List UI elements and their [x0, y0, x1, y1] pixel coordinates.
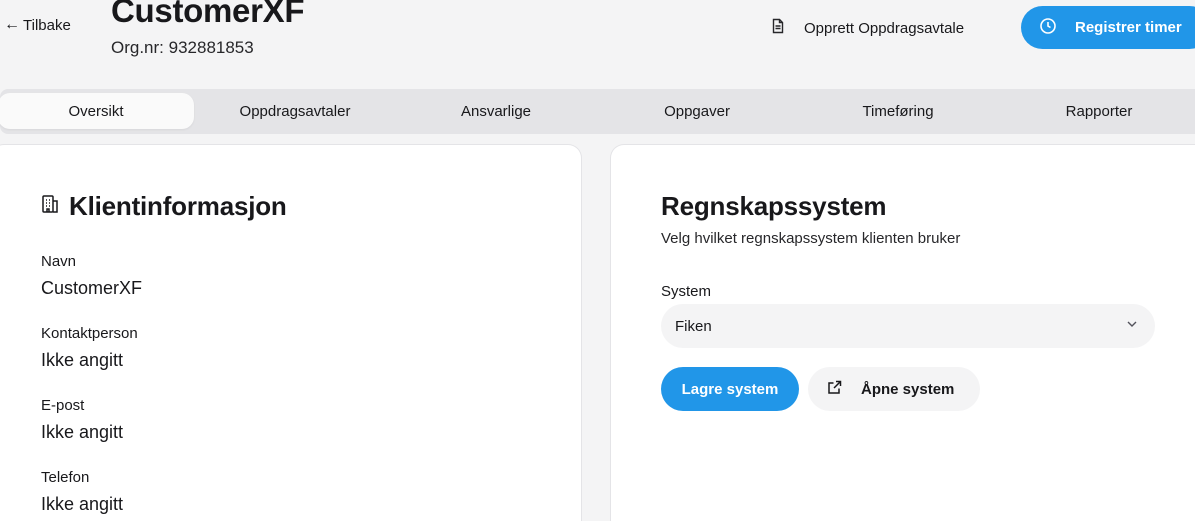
accounting-system-card: Regnskapssystem Velg hvilket regnskapssy… [610, 144, 1195, 521]
field-value-contact: Ikke angitt [41, 350, 124, 370]
create-agreement-label: Opprett Oppdragsavtale [804, 19, 965, 37]
tab-oppdragsavtaler[interactable]: Oppdragsavtaler [196, 93, 394, 129]
document-icon [770, 18, 786, 38]
external-link-icon [826, 379, 843, 400]
page-header: ← Tilbake CustomerXF Org.nr: 932881853 O… [0, 0, 1195, 88]
system-select-value: Fiken [675, 317, 712, 335]
building-icon [39, 191, 61, 222]
field-label-name: Navn [41, 253, 77, 270]
register-hours-label: Registrer timer [1075, 19, 1182, 36]
field-label-contact: Kontaktperson [41, 325, 138, 342]
client-info-card: Klientinformasjon Navn CustomerXF Kontak… [0, 144, 582, 521]
back-link-label: Tilbake [23, 16, 71, 34]
accounting-title: Regnskapssystem [661, 191, 887, 221]
open-system-button[interactable]: Åpne system [808, 367, 980, 411]
field-value-name: CustomerXF [41, 278, 143, 298]
create-agreement-button[interactable]: Opprett Oppdragsavtale [770, 14, 964, 42]
page-title: CustomerXF [111, 0, 305, 29]
back-link[interactable]: ← Tilbake [4, 16, 71, 34]
tab-timeforing[interactable]: Timeføring [798, 93, 998, 129]
org-number: Org.nr: 932881853 [111, 38, 254, 57]
client-info-title: Klientinformasjon [69, 191, 287, 221]
tab-ansvarlige[interactable]: Ansvarlige [396, 93, 596, 129]
register-hours-button[interactable]: Registrer timer [1021, 6, 1195, 49]
clock-icon [1039, 17, 1057, 39]
field-value-phone: Ikke angitt [41, 494, 124, 514]
field-label-email: E-post [41, 397, 85, 414]
system-select[interactable]: Fiken [661, 304, 1155, 348]
system-label: System [661, 283, 712, 300]
client-info-heading: Klientinformasjon [39, 191, 287, 222]
arrow-left-icon: ← [4, 16, 20, 33]
open-system-label: Åpne system [861, 380, 955, 398]
tab-oppgaver[interactable]: Oppgaver [597, 93, 797, 129]
save-system-button[interactable]: Lagre system [661, 367, 799, 411]
field-label-phone: Telefon [41, 469, 90, 486]
field-value-email: Ikke angitt [41, 422, 124, 442]
tab-oversikt[interactable]: Oversikt [0, 93, 194, 129]
chevron-down-icon [1125, 317, 1139, 335]
tab-rapporter[interactable]: Rapporter [999, 93, 1195, 129]
accounting-subtitle: Velg hvilket regnskapssystem klienten br… [661, 230, 961, 247]
tab-bar: Oversikt Oppdragsavtaler Ansvarlige Oppg… [0, 89, 1195, 134]
